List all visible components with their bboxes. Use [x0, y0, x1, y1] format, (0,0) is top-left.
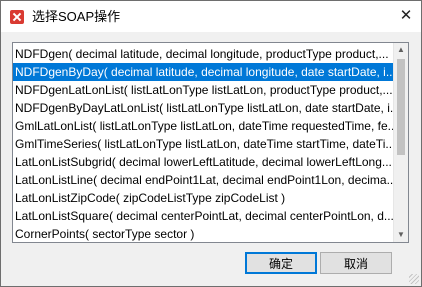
- select-soap-operation-dialog: 选择SOAP操作 ✕ NDFDgen( decimal latitude, de…: [0, 0, 422, 287]
- vertical-scrollbar[interactable]: ▲ ▼: [393, 43, 408, 242]
- cancel-button[interactable]: 取消: [320, 252, 392, 274]
- operation-list-item[interactable]: NDFDgenLatLonList( listLatLonType listLa…: [13, 81, 393, 99]
- scroll-down-icon[interactable]: ▼: [394, 228, 408, 242]
- scrollbar-thumb[interactable]: [397, 59, 405, 155]
- operation-rows: NDFDgen( decimal latitude, decimal longi…: [13, 45, 393, 242]
- operation-list-item[interactable]: GmlTimeSeries( listLatLonType listLatLon…: [13, 135, 393, 153]
- operation-list-item[interactable]: CornerPoints( sectorType sector ): [13, 225, 393, 242]
- window-title: 选择SOAP操作: [32, 9, 121, 24]
- operation-list-item[interactable]: GmlLatLonList( listLatLonType listLatLon…: [13, 117, 393, 135]
- close-button[interactable]: ✕: [395, 5, 417, 27]
- operation-list-item[interactable]: NDFDgenByDay( decimal latitude, decimal …: [13, 63, 393, 81]
- operation-list-item[interactable]: LatLonListZipCode( zipCodeListType zipCo…: [13, 189, 393, 207]
- scroll-up-icon[interactable]: ▲: [394, 43, 408, 57]
- operation-list[interactable]: NDFDgen( decimal latitude, decimal longi…: [12, 42, 409, 243]
- title-bar[interactable]: 选择SOAP操作 ✕: [1, 1, 421, 32]
- app-icon: [10, 10, 24, 24]
- operation-list-item[interactable]: NDFDgen( decimal latitude, decimal longi…: [13, 45, 393, 63]
- operation-list-item[interactable]: LatLonListLine( decimal endPoint1Lat, de…: [13, 171, 393, 189]
- resize-grip-icon[interactable]: [409, 274, 419, 284]
- operation-list-item[interactable]: LatLonListSubgrid( decimal lowerLeftLati…: [13, 153, 393, 171]
- ok-button[interactable]: 确定: [245, 252, 317, 274]
- operation-list-item[interactable]: LatLonListSquare( decimal centerPointLat…: [13, 207, 393, 225]
- operation-list-item[interactable]: NDFDgenByDayLatLonList( listLatLonType l…: [13, 99, 393, 117]
